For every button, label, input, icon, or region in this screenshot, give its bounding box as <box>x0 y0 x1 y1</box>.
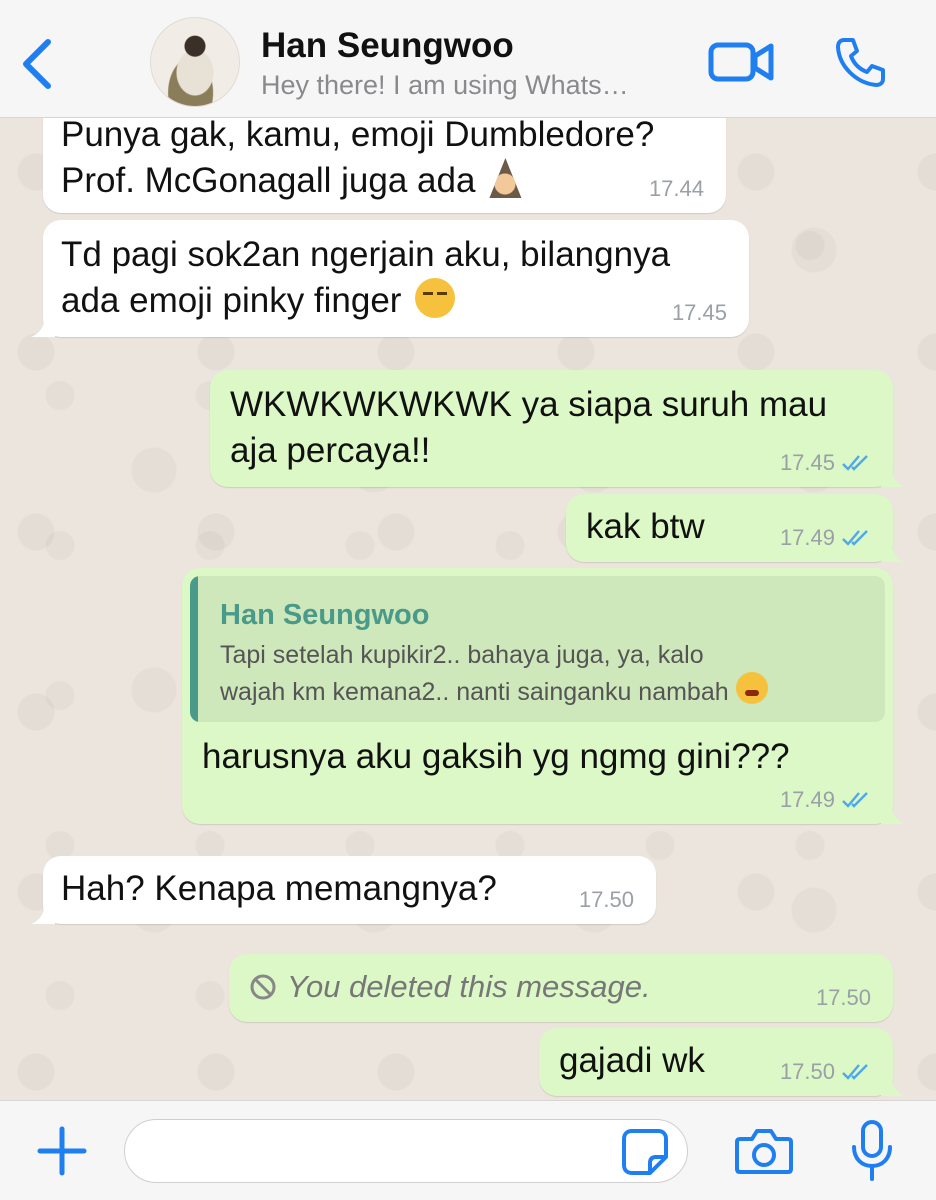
message-text: Hah? Kenapa memangnya? <box>61 869 497 908</box>
message-time: 17.50 <box>578 887 634 912</box>
chevron-left-icon[interactable] <box>18 36 58 92</box>
deleted-message: You deleted this message. <box>249 964 873 1010</box>
bubble-tail <box>31 902 55 924</box>
quoted-message[interactable]: Han Seungwoo Tapi setelah kupikir2.. bah… <box>190 576 885 722</box>
sticker-icon[interactable] <box>620 1127 670 1177</box>
prohibited-icon <box>250 974 276 1000</box>
double-check-icon <box>842 455 868 471</box>
chat-header: Han Seungwoo Hey there! I am using Whats… <box>0 0 936 118</box>
message-bubble-incoming[interactable]: Hah? Kenapa memangnya? 17.50 <box>31 856 656 924</box>
message-bubble-outgoing[interactable]: WKWKWKWKWK ya siapa suruh mau aja percay… <box>210 370 905 487</box>
quote-text: Tapi setelah kupikir2.. bahaya juga, ya,… <box>220 638 865 709</box>
message-input[interactable] <box>124 1119 688 1183</box>
bubble-tail <box>881 802 905 824</box>
message-time: 17.45 <box>780 451 871 475</box>
message-time: 17.49 <box>780 788 871 812</box>
message-time: 17.50 <box>780 1060 871 1084</box>
bubble-tail <box>31 315 55 337</box>
message-time: 17.45 <box>671 300 727 325</box>
message-text: Td pagi sok2an ngerjain aku, bilangnya a… <box>61 235 671 320</box>
steam-emoji <box>735 672 768 704</box>
message-time: 17.49 <box>780 526 871 550</box>
plus-icon[interactable] <box>36 1125 88 1177</box>
bubble-tail <box>881 540 905 562</box>
message-time: 17.50 <box>815 985 871 1010</box>
quote-sender-name: Han Seungwoo <box>220 599 430 631</box>
message-time: 17.44 <box>648 176 704 201</box>
message-text: Punya gak, kamu, emoji Dumbledore? Prof.… <box>61 118 655 200</box>
double-check-icon <box>842 792 868 808</box>
message-text: harusnya aku gaksih yg ngmg gini??? <box>202 737 790 776</box>
contact-name[interactable]: Han Seungwoo <box>261 26 514 66</box>
unamused-emoji <box>415 278 456 318</box>
bubble-tail <box>881 465 905 487</box>
chat-area[interactable]: Punya gak, kamu, emoji Dumbledore? Prof.… <box>0 118 936 1100</box>
message-bubble-outgoing[interactable]: kak btw 17.49 <box>566 494 905 562</box>
video-camera-icon[interactable] <box>708 40 774 84</box>
microphone-icon[interactable] <box>848 1119 896 1183</box>
deleted-message-text: You deleted this message. <box>287 969 651 1004</box>
quote-accent-bar <box>190 576 198 722</box>
message-bubble-incoming[interactable]: Td pagi sok2an ngerjain aku, bilangnya a… <box>31 220 749 337</box>
phone-icon[interactable] <box>834 36 886 88</box>
camera-icon[interactable] <box>734 1125 794 1177</box>
message-bubble-incoming[interactable]: Punya gak, kamu, emoji Dumbledore? Prof.… <box>43 118 726 213</box>
message-text: WKWKWKWKWK ya siapa suruh mau aja percay… <box>230 385 828 470</box>
bubble-tail <box>881 1074 905 1096</box>
avatar[interactable] <box>150 17 240 107</box>
contact-status[interactable]: Hey there! I am using Whats… <box>261 70 629 101</box>
double-check-icon <box>842 530 868 546</box>
message-bubble-outgoing[interactable]: Han Seungwoo Tapi setelah kupikir2.. bah… <box>182 568 905 824</box>
composer-bar <box>0 1100 936 1200</box>
message-bubble-outgoing[interactable]: You deleted this message. 17.50 <box>229 954 893 1022</box>
double-check-icon <box>842 1064 868 1080</box>
wizard-emoji <box>489 158 522 198</box>
message-bubble-outgoing[interactable]: gajadi wk 17.50 <box>539 1028 905 1096</box>
